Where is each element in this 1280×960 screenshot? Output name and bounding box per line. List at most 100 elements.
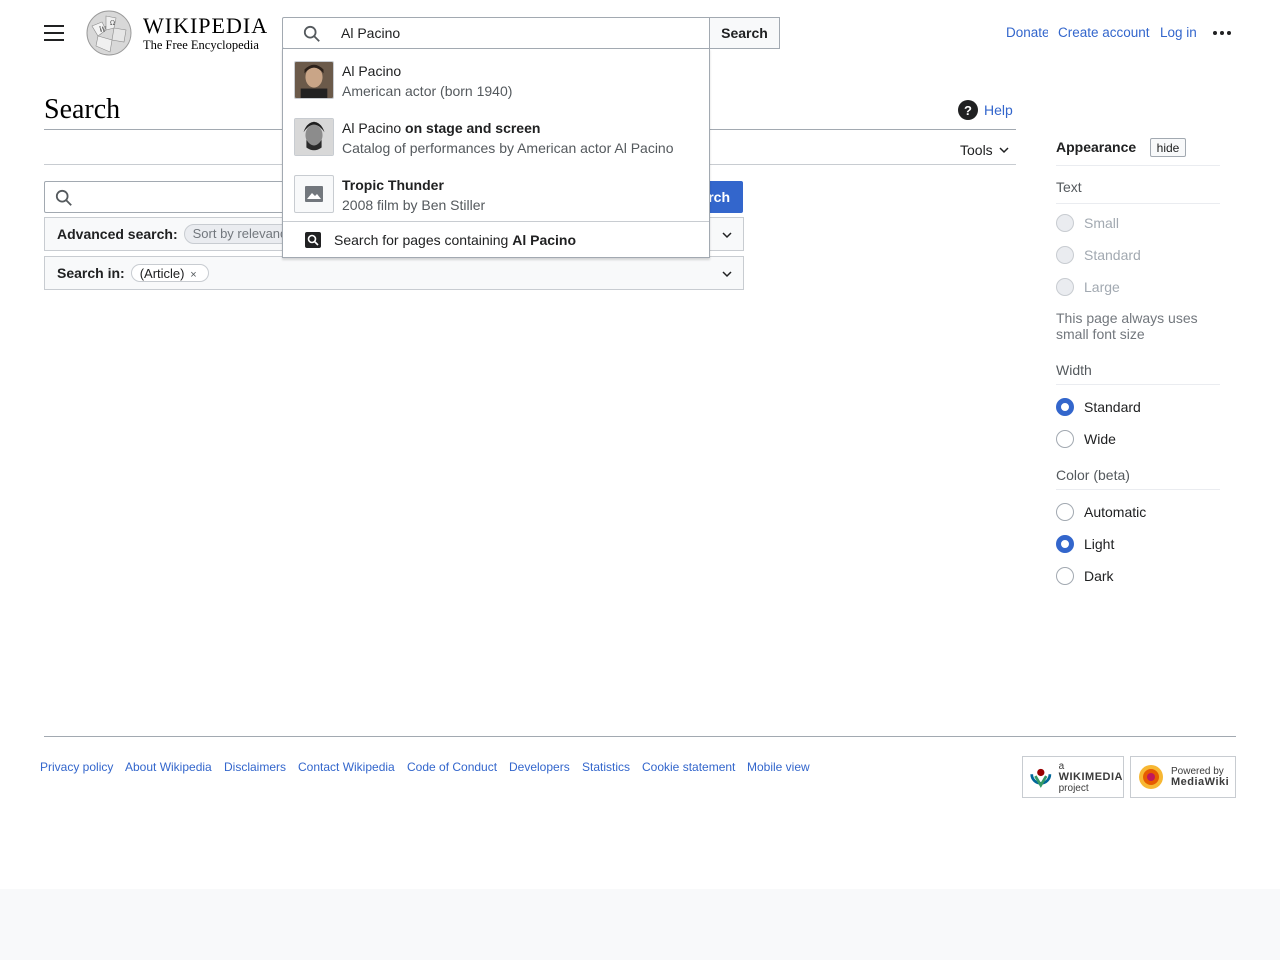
radio-button bbox=[1056, 535, 1074, 553]
footer-statistics-link[interactable]: Statistics bbox=[582, 760, 634, 774]
wikipedia-logo-link[interactable]: W Ω WIKIPEDIA The Free Encyclopedia bbox=[84, 8, 267, 58]
appearance-divider bbox=[1056, 489, 1220, 490]
chevron-down-icon bbox=[722, 232, 732, 239]
suggestion-title-suffix: on stage and screen bbox=[401, 120, 541, 136]
radio-label: Standard bbox=[1084, 247, 1141, 263]
mediawiki-badge-name: MediaWiki bbox=[1171, 776, 1230, 788]
full-text-prefix: Search for pages containing bbox=[334, 232, 513, 248]
mediawiki-flower-icon bbox=[1139, 765, 1163, 789]
donate-link[interactable]: Donate bbox=[1006, 25, 1048, 40]
more-options-button[interactable] bbox=[1202, 17, 1242, 49]
text-size-standard-radio[interactable]: Standard bbox=[1056, 246, 1141, 264]
appearance-heading: Appearance bbox=[1056, 139, 1137, 155]
suggestion-thumbnail bbox=[294, 61, 334, 99]
radio-label: Light bbox=[1084, 536, 1115, 552]
radio-label: Dark bbox=[1084, 568, 1114, 584]
chevron-down-icon bbox=[722, 271, 732, 278]
wikimedia-project-badge[interactable]: a WIKIMEDIA project bbox=[1022, 756, 1124, 798]
radio-button bbox=[1056, 567, 1074, 585]
radio-label: Wide bbox=[1084, 431, 1116, 447]
footer-code-of-conduct-link[interactable]: Code of Conduct bbox=[407, 760, 501, 774]
create-account-link[interactable]: Create account bbox=[1058, 25, 1150, 40]
namespace-chip-label: (Article) bbox=[139, 266, 185, 281]
hamburger-icon-bar bbox=[44, 39, 64, 41]
width-label: Width bbox=[1056, 362, 1092, 378]
appearance-hide-button[interactable]: hide bbox=[1150, 138, 1186, 157]
suggestion-description: Catalog of performances by American acto… bbox=[342, 140, 674, 156]
radio-button bbox=[1056, 430, 1074, 448]
suggestion-al-pacino-stage-screen[interactable]: Al Pacino on stage and screen Catalog of… bbox=[283, 108, 709, 165]
image-placeholder-icon bbox=[305, 186, 323, 202]
color-dark-radio[interactable]: Dark bbox=[1056, 567, 1114, 585]
color-label: Color (beta) bbox=[1056, 467, 1130, 483]
wikimedia-badge-name: WIKIMEDIA bbox=[1058, 770, 1123, 783]
suggestion-thumbnail bbox=[294, 118, 334, 156]
login-link[interactable]: Log in bbox=[1160, 25, 1196, 40]
radio-label: Large bbox=[1084, 279, 1120, 295]
page-bottom-background bbox=[0, 889, 1280, 960]
radio-label: Automatic bbox=[1084, 504, 1147, 520]
radio-button bbox=[1056, 214, 1074, 232]
text-size-small-radio[interactable]: Small bbox=[1056, 214, 1119, 232]
logo-wordmark: WIKIPEDIA bbox=[143, 13, 269, 38]
search-pages-containing[interactable]: Search for pages containing Al Pacino bbox=[283, 221, 709, 257]
wikimedia-badge-tail: project bbox=[1058, 782, 1089, 794]
header-search-input[interactable] bbox=[341, 18, 701, 48]
help-link[interactable]: ? Help bbox=[958, 99, 1013, 121]
footer-cookie-link[interactable]: Cookie statement bbox=[642, 760, 739, 774]
tools-dropdown[interactable]: Tools bbox=[960, 139, 1016, 161]
header-search-button[interactable]: Search bbox=[709, 17, 780, 49]
search-icon bbox=[55, 189, 72, 206]
radio-label: Small bbox=[1084, 215, 1120, 231]
help-label: Help bbox=[984, 102, 1013, 118]
full-text-term: Al Pacino bbox=[512, 232, 577, 248]
ellipsis-icon-dot bbox=[1220, 31, 1224, 35]
footer-developers-link[interactable]: Developers bbox=[509, 760, 574, 774]
tools-label: Tools bbox=[960, 142, 993, 158]
text-size-large-radio[interactable]: Large bbox=[1056, 278, 1120, 296]
footer-disclaimers-link[interactable]: Disclaimers bbox=[224, 760, 290, 774]
suggestion-description: American actor (born 1940) bbox=[342, 83, 513, 99]
footer-divider bbox=[44, 736, 1236, 737]
header-search-box bbox=[282, 17, 710, 49]
logo-tagline: The Free Encyclopedia bbox=[143, 38, 259, 52]
main-menu-button[interactable] bbox=[38, 17, 70, 49]
color-light-radio[interactable]: Light bbox=[1056, 535, 1114, 553]
radio-button bbox=[1056, 398, 1074, 416]
footer-contact-link[interactable]: Contact Wikipedia bbox=[298, 760, 399, 774]
ellipsis-icon bbox=[1213, 31, 1217, 35]
suggestion-tropic-thunder[interactable]: Tropic Thunder 2008 film by Ben Stiller bbox=[283, 165, 709, 222]
wikimedia-logo-icon bbox=[1030, 768, 1052, 788]
radio-button bbox=[1056, 278, 1074, 296]
suggestion-description: 2008 film by Ben Stiller bbox=[342, 197, 486, 213]
footer-privacy-link[interactable]: Privacy policy bbox=[40, 760, 117, 774]
svg-text:Ω: Ω bbox=[110, 20, 115, 27]
footer-mobile-view-link[interactable]: Mobile view bbox=[747, 760, 814, 774]
help-icon: ? bbox=[958, 100, 978, 120]
ellipsis-icon-dot bbox=[1227, 31, 1231, 35]
powered-by-mediawiki-badge[interactable]: Powered by MediaWiki bbox=[1130, 756, 1236, 798]
width-standard-radio[interactable]: Standard bbox=[1056, 398, 1141, 416]
search-in-label: Search in: bbox=[57, 265, 125, 281]
namespace-chip-article[interactable]: (Article) × bbox=[130, 264, 210, 282]
portrait-thumbnail-icon bbox=[295, 62, 333, 98]
width-wide-radio[interactable]: Wide bbox=[1056, 430, 1116, 448]
page-title: Search bbox=[44, 94, 121, 125]
full-text-search-icon bbox=[305, 232, 321, 248]
search-in-row[interactable]: Search in: (Article) × bbox=[44, 256, 744, 290]
suggestion-title: Al Pacino bbox=[342, 120, 402, 136]
hamburger-icon-bar bbox=[44, 32, 64, 34]
footer-about-link[interactable]: About Wikipedia bbox=[125, 760, 216, 774]
chevron-down-icon bbox=[999, 147, 1009, 154]
bw-portrait-thumbnail-icon bbox=[295, 119, 333, 155]
text-size-note: This page always uses small font size bbox=[1056, 310, 1198, 342]
suggestion-al-pacino[interactable]: Al Pacino American actor (born 1940) bbox=[283, 51, 709, 108]
wikipedia-globe-icon: W Ω bbox=[86, 10, 132, 56]
suggestion-title: Al Pacino bbox=[342, 63, 402, 79]
suggestion-thumbnail bbox=[294, 175, 334, 213]
close-icon[interactable]: × bbox=[186, 268, 200, 282]
suggestion-title: Tropic Thunder bbox=[342, 177, 444, 193]
color-automatic-radio[interactable]: Automatic bbox=[1056, 503, 1146, 521]
search-icon bbox=[303, 25, 320, 42]
radio-label: Standard bbox=[1084, 399, 1141, 415]
